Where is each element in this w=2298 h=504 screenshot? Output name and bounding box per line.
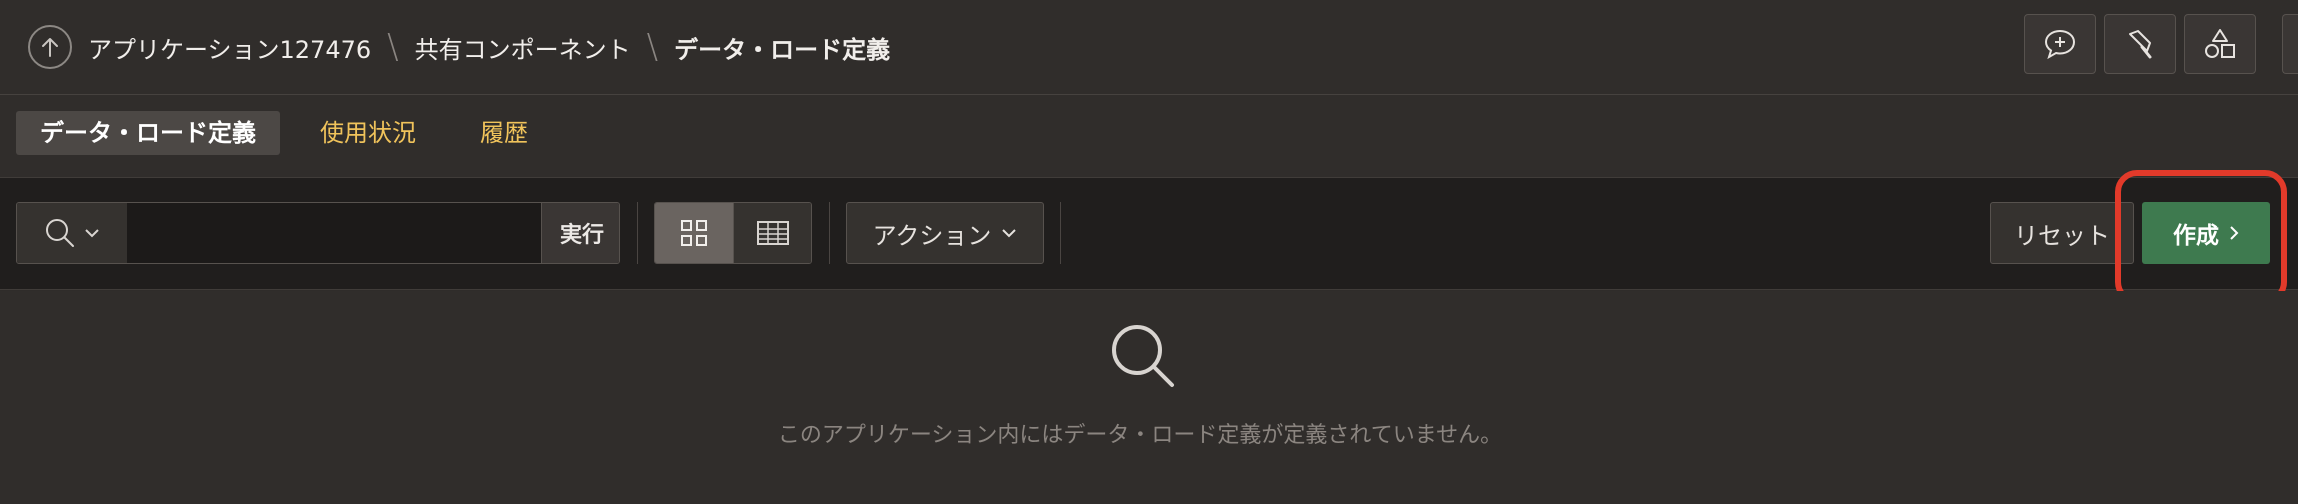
breadcrumb-current-page: データ・ロード定義 — [674, 35, 891, 64]
overflow-button[interactable] — [2282, 14, 2298, 74]
search-icon — [1112, 325, 1174, 387]
chevron-down-icon — [1002, 229, 1017, 238]
search-input[interactable] — [127, 203, 541, 263]
breadcrumb: アプリケーション127476 \ 共有コンポーネント \ データ・ロード定義 — [88, 24, 890, 70]
toolbar-divider — [829, 202, 830, 264]
go-button[interactable]: 実行 — [541, 203, 619, 263]
tab-usage[interactable]: 使用状況 — [296, 111, 440, 155]
highlight-annotation — [2115, 170, 2287, 304]
breadcrumb-separator: \ — [646, 27, 659, 67]
icon-view-button[interactable] — [655, 203, 733, 263]
comment-button[interactable] — [2024, 14, 2096, 74]
tab-bar: データ・ロード定義 使用状況 履歴 — [0, 95, 2298, 177]
search-icon — [46, 219, 74, 247]
chevron-down-icon — [85, 229, 99, 238]
actions-label: アクション — [872, 221, 992, 250]
actions-menu-button[interactable]: アクション — [846, 202, 1044, 264]
highlight-button[interactable] — [2104, 14, 2176, 74]
view-switcher — [654, 202, 812, 264]
grid-icon — [681, 220, 707, 246]
comment-add-icon — [2044, 29, 2076, 60]
toolbar-divider — [1060, 202, 1061, 264]
breadcrumb-shared-components[interactable]: 共有コンポーネント — [415, 30, 631, 65]
shapes-icon — [2205, 29, 2235, 58]
toolbar-divider — [637, 202, 638, 264]
breadcrumb-bar: アプリケーション127476 \ 共有コンポーネント \ データ・ロード定義 — [0, 0, 2298, 95]
shared-shapes-button[interactable] — [2184, 14, 2256, 74]
report-view-button[interactable] — [733, 203, 811, 263]
reset-button[interactable]: リセット — [1990, 202, 2134, 264]
arrow-up-icon — [42, 38, 58, 57]
empty-state-message: このアプリケーション内にはデータ・ロード定義が定義されていません。 — [777, 423, 1503, 448]
empty-state: このアプリケーション内にはデータ・ロード定義が定義されていません。 — [0, 291, 2298, 504]
search-group: 実行 — [16, 202, 620, 264]
report-toolbar: 実行 アクション リセット 作成 — [0, 177, 2298, 290]
tab-history[interactable]: 履歴 — [456, 111, 552, 155]
navigate-up-button[interactable] — [28, 25, 72, 69]
table-icon — [757, 221, 789, 245]
breadcrumb-application[interactable]: アプリケーション127476 — [88, 30, 371, 65]
breadcrumb-separator: \ — [387, 27, 399, 67]
flashlight-icon — [2129, 30, 2152, 59]
tab-data-load-definitions[interactable]: データ・ロード定義 — [16, 111, 280, 155]
search-column-selector[interactable] — [17, 203, 128, 263]
